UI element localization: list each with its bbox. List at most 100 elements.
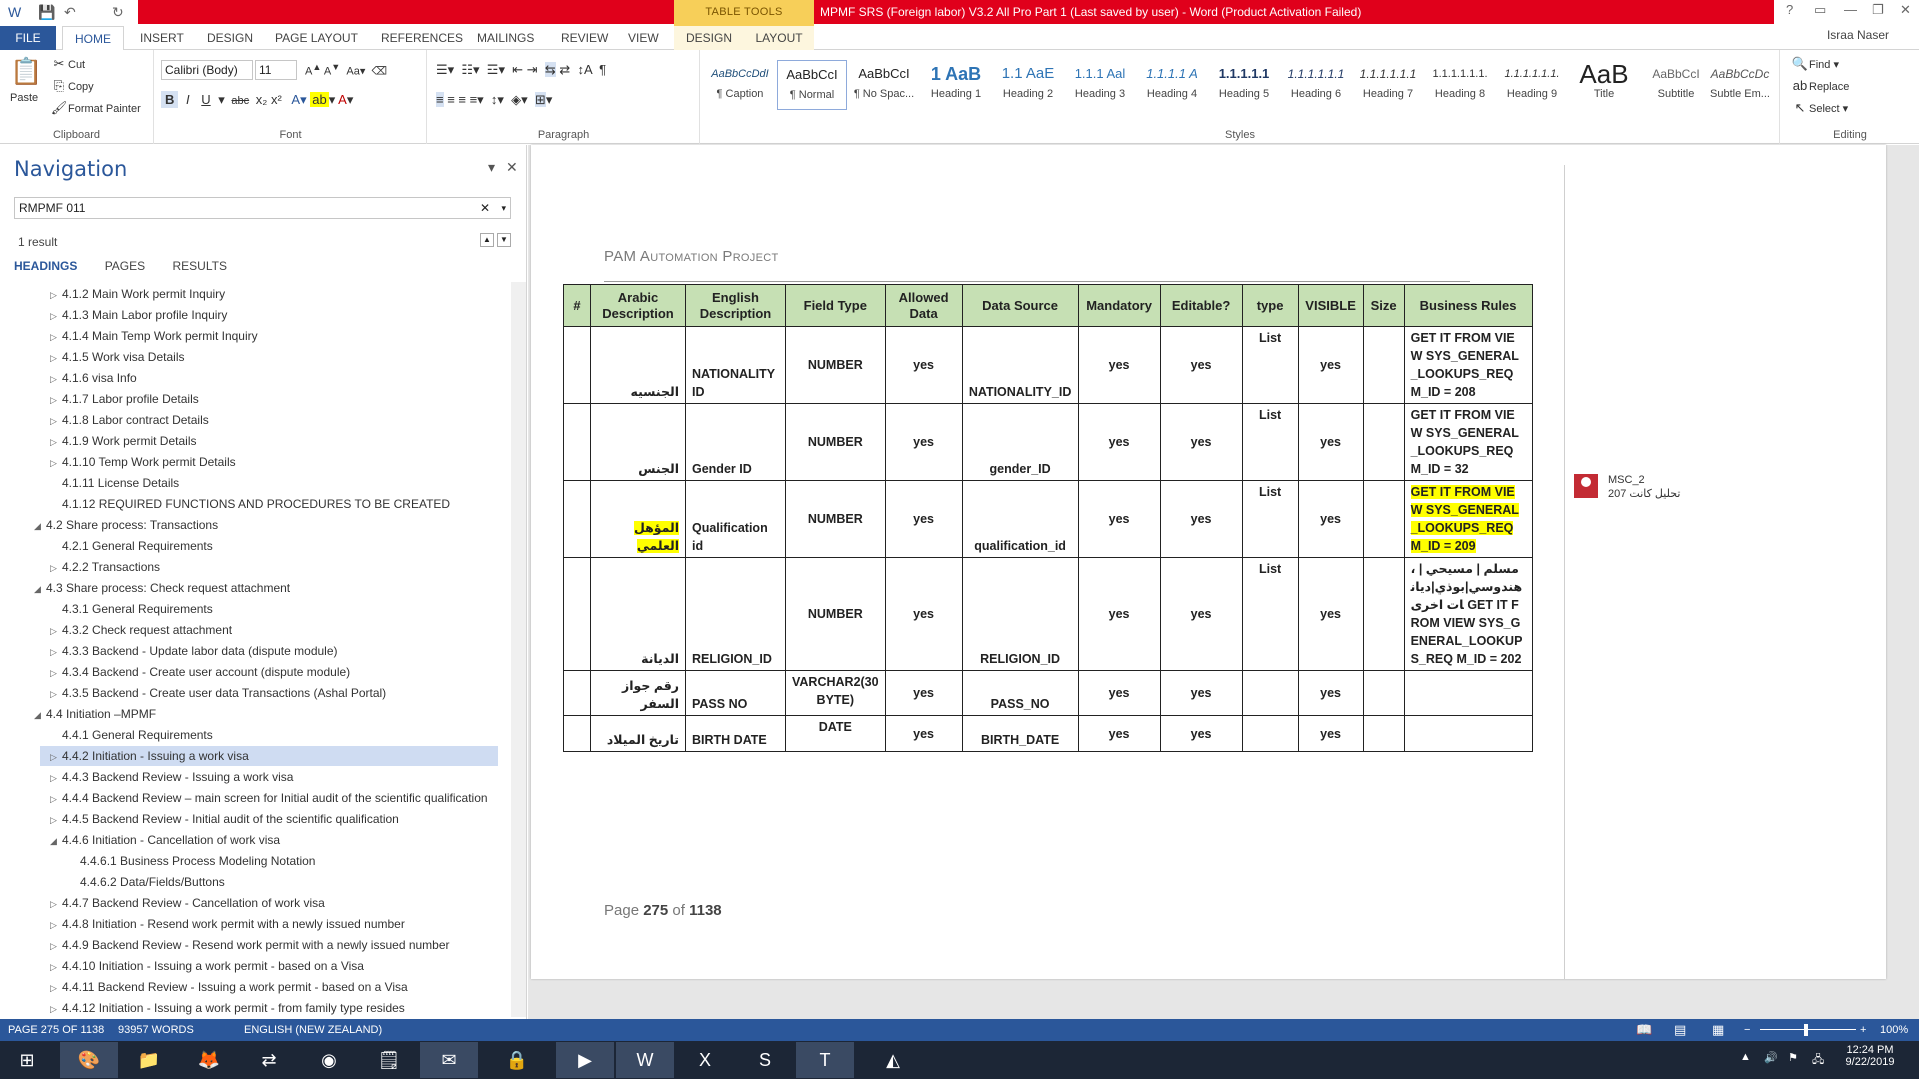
expand-arrow-icon[interactable]: ▷	[50, 999, 62, 1017]
close-icon[interactable]: ✕	[1900, 2, 1911, 18]
cell-data-source[interactable]: NATIONALITY_ID	[961, 326, 1079, 404]
heading-item[interactable]: ▷ 4.1.3 Main Labor profile Inquiry	[50, 305, 227, 325]
expand-arrow-icon[interactable]: ▷	[50, 810, 62, 830]
cell-data-source[interactable]: BIRTH_DATE	[961, 715, 1079, 752]
cell-business-rules[interactable]: GET IT FROM VIEW SYS_GENERAL_LOOKUPS_REQ…	[1403, 326, 1533, 404]
cell-mandatory[interactable]: yes	[1077, 326, 1161, 404]
heading-item[interactable]: ◢ 4.4 Initiation –MPMF	[34, 704, 156, 724]
matlab-app-icon[interactable]: ◭	[864, 1042, 922, 1078]
expand-arrow-icon[interactable]: ▷	[50, 327, 62, 347]
expand-arrow-icon[interactable]: ▷	[50, 684, 62, 704]
heading-item[interactable]: ▷ 4.4.5 Backend Review - Initial audit of…	[50, 809, 399, 829]
cell-visible[interactable]: yes	[1297, 715, 1364, 752]
superscript-button[interactable]: x²	[271, 92, 282, 107]
tab-home[interactable]: HOME	[62, 26, 124, 51]
skype-app-icon[interactable]: S	[736, 1042, 794, 1078]
cell-data-source[interactable]: gender_ID	[961, 403, 1079, 481]
tab-pages[interactable]: PAGES	[105, 259, 145, 273]
cell-size[interactable]	[1362, 715, 1405, 752]
tab-results[interactable]: RESULTS	[173, 259, 227, 273]
style-normal[interactable]: AaBbCcI ¶ Normal	[777, 60, 847, 110]
cell-allowed-data[interactable]: yes	[884, 557, 963, 671]
close-pane-icon[interactable]: ✕	[506, 159, 518, 176]
subscript-button[interactable]: x₂	[256, 92, 268, 107]
heading-item[interactable]: ▷ 4.4.9 Backend Review - Resend work perm…	[50, 935, 450, 955]
expand-arrow-icon[interactable]: ▷	[50, 369, 62, 389]
tab-table-layout[interactable]: LAYOUT	[744, 26, 814, 50]
tab-file[interactable]: FILE	[0, 26, 56, 50]
cell-mandatory[interactable]: yes	[1077, 670, 1161, 716]
previous-result-icon[interactable]: ▲	[480, 233, 494, 247]
collapse-arrow-icon[interactable]: ◢	[50, 831, 62, 851]
font-name-combo[interactable]: Calibri (Body)	[161, 60, 253, 80]
heading-item[interactable]: 4.3.1 General Requirements	[50, 599, 213, 619]
cell-field-type[interactable]: NUMBER	[785, 557, 886, 671]
style-heading-8[interactable]: 1.1.1.1.1.1. Heading 8	[1425, 60, 1495, 110]
highlight-icon[interactable]: ab	[310, 92, 329, 107]
firefox-app-icon[interactable]: 🦊	[180, 1042, 238, 1078]
paste-icon[interactable]: 📋	[10, 56, 42, 87]
tab-headings[interactable]: HEADINGS	[14, 259, 77, 273]
cell-editable[interactable]: yes	[1159, 715, 1243, 752]
cell-field-type[interactable]: NUMBER	[785, 403, 886, 481]
underline-button[interactable]: U	[197, 92, 214, 107]
cell-business-rules[interactable]: ، مسلم | مسيحي | هندوسي|بوذي|ديانات اخرى…	[1403, 557, 1533, 671]
heading-item[interactable]: ▷ 4.3.5 Backend - Create user data Transa…	[50, 683, 386, 703]
tab-view[interactable]: VIEW	[628, 26, 659, 50]
bold-button[interactable]: B	[161, 91, 179, 108]
cell-field-type[interactable]: VARCHAR2(30 BYTE)	[785, 670, 886, 716]
paste-button[interactable]: Paste	[10, 92, 38, 104]
print-layout-icon[interactable]: ▤	[1674, 1019, 1686, 1041]
heading-item[interactable]: ▷ 4.1.10 Temp Work permit Details	[50, 452, 236, 472]
font-color-icon[interactable]: A	[338, 92, 347, 107]
start-button[interactable]: ⊞	[0, 1042, 54, 1078]
cell-arabic-description[interactable]: الديانة	[590, 557, 686, 671]
cell-arabic-description[interactable]: الجنس	[590, 403, 686, 481]
cell-size[interactable]	[1362, 480, 1405, 558]
expand-arrow-icon[interactable]: ▷	[50, 957, 62, 977]
cell-type[interactable]: List	[1241, 403, 1299, 481]
cell-number[interactable]	[563, 557, 591, 671]
expand-arrow-icon[interactable]: ▷	[50, 306, 62, 326]
cell-allowed-data[interactable]: yes	[884, 403, 963, 481]
list-buttons[interactable]: ☰▾ ☷▾ ☲▾ ⇤ ⇥ ⇆ ⇄ ↕A ¶	[436, 62, 606, 78]
next-result-icon[interactable]: ▼	[497, 233, 511, 247]
zoom-in-icon[interactable]: +	[1860, 1019, 1866, 1041]
heading-item[interactable]: ▷ 4.4.8 Initiation - Resend work permit w…	[50, 914, 405, 934]
heading-item[interactable]: ▷ 4.2.2 Transactions	[50, 557, 160, 577]
volume-icon[interactable]: 🔊	[1764, 1051, 1778, 1064]
web-layout-icon[interactable]: ▦	[1712, 1019, 1724, 1041]
cell-field-type[interactable]: NUMBER	[785, 326, 886, 404]
collapse-arrow-icon[interactable]: ◢	[34, 579, 46, 599]
heading-item[interactable]: ▷ 4.3.4 Backend - Create user account (di…	[50, 662, 350, 682]
heading-item[interactable]: 4.4.1 General Requirements	[50, 725, 213, 745]
cell-type[interactable]: List	[1241, 480, 1299, 558]
tab-review[interactable]: REVIEW	[561, 26, 608, 50]
heading-item[interactable]: 4.1.12 REQUIRED FUNCTIONS AND PROCEDURES…	[50, 494, 450, 514]
sticky-notes-app-icon[interactable]: 🗒	[360, 1042, 418, 1078]
expand-arrow-icon[interactable]: ▷	[50, 453, 62, 473]
cell-english-description[interactable]: BIRTH DATE	[685, 715, 786, 752]
cell-arabic-description[interactable]: الجنسيه	[590, 326, 686, 404]
help-icon[interactable]: ?	[1786, 2, 1793, 17]
style-heading-1[interactable]: 1 AaB Heading 1	[921, 60, 991, 110]
cell-business-rules[interactable]	[1403, 670, 1533, 716]
select-button[interactable]: ↖ Select ▾	[1791, 100, 1849, 116]
cell-type[interactable]	[1241, 670, 1299, 716]
heading-item[interactable]: ◢ 4.2 Share process: Transactions	[34, 515, 218, 535]
expand-arrow-icon[interactable]: ▷	[50, 936, 62, 956]
format-painter-button[interactable]: 🖌Format Painter	[50, 100, 141, 116]
grow-font-icon[interactable]: A▲ A▼ Aa▾ ⌫	[305, 62, 387, 78]
cell-english-description[interactable]: Gender ID	[685, 403, 786, 481]
tab-mailings[interactable]: MAILINGS	[477, 26, 534, 50]
cell-mandatory[interactable]: yes	[1077, 480, 1161, 558]
cell-mandatory[interactable]: yes	[1077, 715, 1161, 752]
lock-app-icon[interactable]: 🔒	[488, 1042, 546, 1078]
cell-editable[interactable]: yes	[1159, 557, 1243, 671]
style-heading-3[interactable]: 1.1.1 Aal Heading 3	[1065, 60, 1135, 110]
expand-arrow-icon[interactable]: ▷	[50, 390, 62, 410]
cell-visible[interactable]: yes	[1297, 326, 1364, 404]
flag-icon[interactable]: ⚑	[1788, 1051, 1798, 1064]
cell-editable[interactable]: yes	[1159, 480, 1243, 558]
video-app-icon[interactable]: ▶	[556, 1042, 614, 1078]
